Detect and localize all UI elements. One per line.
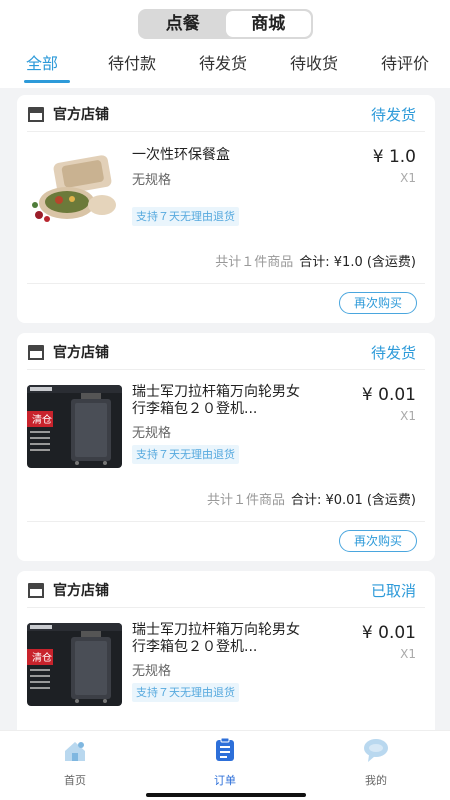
shop-header: 官方店铺 — [27, 105, 109, 123]
product-spec: 无规格 — [132, 426, 172, 441]
tab-pending-shipment[interactable]: 待发货 — [199, 52, 247, 76]
product-price: ¥ 1.0 — [372, 147, 416, 167]
return-policy-badge: 支持７天无理由退货 — [132, 445, 239, 464]
product-quantity: X1 — [400, 647, 416, 661]
order-card[interactable]: 官方店铺 待发货 一次性环保餐盒 无规格 支持７天无理由退货 ¥ 1.0 X1 … — [17, 95, 435, 323]
tab-pending-payment[interactable]: 待付款 — [108, 52, 156, 76]
order-summary: 共计１件商品 合计: ¥1.0 (含运费) — [215, 251, 416, 270]
shop-icon — [28, 345, 44, 360]
order-card[interactable]: 官方店铺 待发货 清仓 瑞士军刀拉杆箱万向轮男女行李箱包２０登机... 无规格 … — [17, 333, 435, 561]
shop-icon — [28, 107, 44, 122]
divider — [27, 607, 425, 608]
profile-icon — [364, 739, 388, 762]
shop-icon — [28, 583, 44, 598]
buy-again-button[interactable]: 再次购买 — [339, 292, 417, 314]
return-policy-badge: 支持７天无理由退货 — [132, 683, 239, 702]
order-icon — [216, 737, 234, 761]
order-summary: 共计１件商品 合计: ¥0.01 (含运费) — [207, 489, 416, 508]
tab-all[interactable]: 全部 — [26, 52, 58, 76]
buy-again-button[interactable]: 再次购买 — [339, 530, 417, 552]
product-quantity: X1 — [400, 409, 416, 423]
divider — [27, 131, 425, 132]
product-title: 一次性环保餐盒 — [132, 147, 230, 163]
order-total: 合计: ¥0.01 (含运费) — [290, 493, 416, 508]
divider — [27, 283, 425, 284]
order-status: 待发货 — [370, 106, 416, 124]
product-image[interactable]: 清仓 — [27, 385, 122, 468]
divider — [27, 521, 425, 522]
segment-order-food[interactable]: 点餐 — [140, 11, 226, 37]
segment-switch: 点餐 商城 — [138, 9, 313, 39]
nav-orders[interactable]: 订单 — [185, 737, 265, 788]
return-policy-badge: 支持７天无理由退货 — [132, 207, 239, 226]
order-total: 合计: ¥1.0 (含运费) — [299, 255, 416, 270]
shop-name: 官方店铺 — [53, 345, 109, 361]
shop-header: 官方店铺 — [27, 343, 109, 361]
top-bar: 点餐 商城 全部 待付款 待发货 待收货 待评价 — [0, 0, 450, 88]
segment-mall[interactable]: 商城 — [225, 11, 311, 37]
nav-profile[interactable]: 我的 — [336, 737, 416, 788]
divider — [27, 369, 425, 370]
order-status: 已取消 — [370, 582, 416, 600]
product-price: ¥ 0.01 — [361, 623, 416, 643]
thumb-sale-text: 清仓 — [32, 413, 52, 426]
product-image[interactable]: 清仓 — [27, 623, 122, 706]
tab-pending-receipt[interactable]: 待收货 — [290, 52, 338, 76]
shop-name: 官方店铺 — [53, 583, 109, 599]
nav-profile-label: 我的 — [365, 774, 387, 787]
item-count: 共计１件商品 — [206, 493, 285, 508]
active-tab-indicator — [24, 80, 70, 83]
shop-name: 官方店铺 — [53, 107, 109, 123]
tab-pending-review[interactable]: 待评价 — [381, 52, 429, 76]
product-image[interactable] — [27, 147, 122, 230]
order-status: 待发货 — [370, 344, 416, 362]
product-quantity: X1 — [400, 171, 416, 185]
product-title: 瑞士军刀拉杆箱万向轮男女行李箱包２０登机... — [132, 384, 300, 417]
nav-orders-label: 订单 — [214, 774, 236, 787]
product-price: ¥ 0.01 — [361, 385, 416, 405]
bottom-nav: 首页 订单 我的 — [0, 730, 450, 800]
order-tabs: 全部 待付款 待发货 待收货 待评价 — [0, 52, 450, 83]
shop-header: 官方店铺 — [27, 581, 109, 599]
product-spec: 无规格 — [132, 173, 172, 188]
thumb-sale-text: 清仓 — [32, 651, 52, 664]
item-count: 共计１件商品 — [215, 255, 294, 270]
product-spec: 无规格 — [132, 664, 172, 679]
home-indicator — [146, 793, 306, 797]
product-title: 瑞士军刀拉杆箱万向轮男女行李箱包２０登机... — [132, 622, 300, 655]
nav-home[interactable]: 首页 — [35, 737, 115, 788]
order-card[interactable]: 官方店铺 已取消 清仓 瑞士军刀拉杆箱万向轮男女行李箱包２０登机... 无规格 … — [17, 571, 435, 741]
nav-home-label: 首页 — [64, 774, 86, 787]
home-icon — [65, 742, 85, 761]
